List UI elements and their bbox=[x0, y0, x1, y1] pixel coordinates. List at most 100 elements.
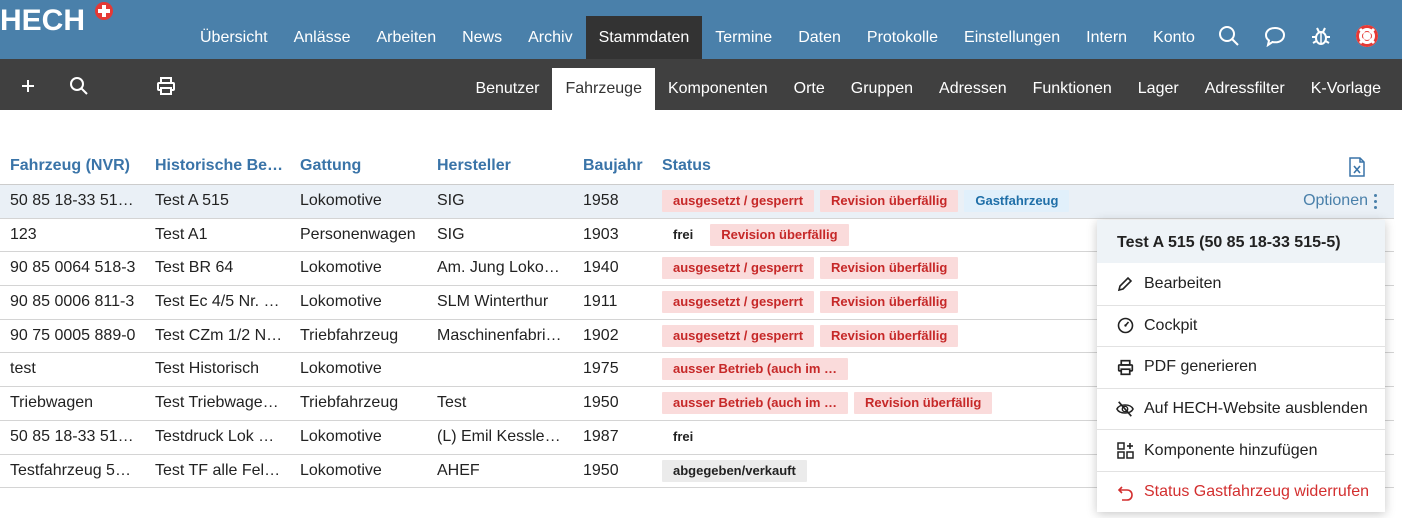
gauge-icon bbox=[1116, 317, 1134, 335]
nav-item-protokolle[interactable]: Protokolle bbox=[854, 16, 951, 59]
column-header-historic[interactable]: Historische Be… bbox=[155, 157, 283, 175]
cell-baujahr: 1987 bbox=[583, 427, 619, 445]
cell-historic-name: Test Ec 4/5 Nr. … bbox=[155, 293, 280, 311]
column-header-nvr[interactable]: Fahrzeug (NVR) bbox=[10, 157, 130, 175]
excel-export-icon[interactable] bbox=[1348, 157, 1368, 177]
nav-item-einstellungen[interactable]: Einstellungen bbox=[951, 16, 1073, 59]
search-icon[interactable] bbox=[67, 74, 91, 98]
nav-item-arbeiten[interactable]: Arbeiten bbox=[364, 16, 450, 59]
column-header-hersteller[interactable]: Hersteller bbox=[437, 157, 511, 175]
status-badge: Revision überfällig bbox=[820, 291, 959, 314]
cell-hersteller: SIG bbox=[437, 192, 465, 209]
menu-item-cockpit[interactable]: Cockpit bbox=[1097, 304, 1385, 347]
nav-item-intern[interactable]: Intern bbox=[1073, 16, 1140, 59]
lifebuoy-icon[interactable] bbox=[1352, 21, 1382, 51]
cell-baujahr: 1950 bbox=[583, 394, 619, 412]
nav-item-daten[interactable]: Daten bbox=[785, 16, 854, 59]
cell-gattung: Personenwagen bbox=[300, 225, 416, 243]
brand-logo[interactable]: HECH bbox=[0, 4, 85, 38]
tab-fahrzeuge[interactable]: Fahrzeuge bbox=[552, 68, 655, 110]
row-options-menu: Test A 515 (50 85 18-33 515-5) Bearbeite… bbox=[1097, 220, 1385, 512]
cell-baujahr: 1950 bbox=[583, 461, 619, 479]
status-badge: ausgesetzt / gesperrt bbox=[662, 291, 815, 314]
status-badges: ausser Betrieb (auch im … Revision überfä… bbox=[662, 392, 993, 415]
status-badge: ausgesetzt / gesperrt bbox=[662, 324, 815, 347]
nav-item-news[interactable]: News bbox=[449, 16, 515, 59]
menu-item-bearbeiten[interactable]: Bearbeiten bbox=[1097, 263, 1385, 305]
menu-item-pdf-generieren[interactable]: PDF generieren bbox=[1097, 346, 1385, 388]
cell-gattung: Lokomotive bbox=[300, 360, 382, 378]
tab-funktionen[interactable]: Funktionen bbox=[1020, 68, 1125, 110]
options-label: Optionen bbox=[1303, 192, 1368, 209]
status-badge: ausgesetzt / gesperrt bbox=[662, 257, 815, 280]
column-header-baujahr[interactable]: Baujahr bbox=[583, 157, 643, 175]
column-header-gattung[interactable]: Gattung bbox=[300, 157, 361, 175]
cell-nvr: 50 85 18-33 51… bbox=[10, 427, 134, 445]
cell-historic-name: Test Historisch bbox=[155, 360, 260, 378]
cell-baujahr: 1940 bbox=[583, 259, 619, 277]
search-icon[interactable] bbox=[1214, 21, 1244, 51]
cell-nvr: 50 85 18-33 51… bbox=[10, 192, 134, 209]
cell-gattung: Lokomotive bbox=[300, 461, 382, 479]
cell-hersteller: SIG bbox=[437, 225, 465, 243]
main-header: HECH Übersicht Anlässe Arbeiten News Archiv S… bbox=[0, 0, 1402, 59]
cell-historic-name: Test Triebwage… bbox=[155, 394, 279, 412]
header-icons bbox=[1214, 21, 1382, 51]
plus-icon[interactable] bbox=[16, 74, 40, 98]
nav-item-stammdaten[interactable]: Stammdaten bbox=[585, 16, 703, 59]
tab-orte[interactable]: Orte bbox=[781, 68, 838, 110]
cell-baujahr: 1903 bbox=[583, 225, 619, 243]
menu-item-label: Cockpit bbox=[1144, 316, 1198, 334]
cell-baujahr: 1902 bbox=[583, 326, 619, 344]
cell-nvr: Triebwagen bbox=[10, 394, 94, 412]
cell-nvr: 90 85 0064 518-3 bbox=[10, 259, 136, 277]
table-row[interactable]: 50 85 18-33 51… Test A 515 Lokomotive SIG 19… bbox=[0, 185, 1394, 219]
cell-nvr: 123 bbox=[10, 225, 37, 243]
status-badges: ausgesetzt / gesperrt Revision überfällig bbox=[662, 291, 959, 314]
nav-item-archiv[interactable]: Archiv bbox=[515, 16, 585, 59]
cell-historic-name: Test A 515 bbox=[155, 192, 229, 209]
tab-adressen[interactable]: Adressen bbox=[926, 68, 1020, 110]
status-badges: abgegeben/verkauft bbox=[662, 459, 807, 482]
tab-adressfilter[interactable]: Adressfilter bbox=[1192, 68, 1298, 110]
print-icon[interactable] bbox=[154, 74, 178, 98]
menu-item-label: PDF generieren bbox=[1144, 358, 1257, 376]
tab-gruppen[interactable]: Gruppen bbox=[838, 68, 926, 110]
cell-baujahr: 1975 bbox=[583, 360, 619, 378]
kebab-menu-icon bbox=[1374, 193, 1378, 209]
column-header-status[interactable]: Status bbox=[662, 157, 711, 175]
table-header: Fahrzeug (NVR) Historische Be… Gattung H… bbox=[0, 150, 1394, 185]
eye-off-icon bbox=[1116, 400, 1134, 418]
cell-nvr: 90 75 0005 889-0 bbox=[10, 326, 136, 344]
print-icon bbox=[1116, 358, 1134, 376]
menu-title: Test A 515 (50 85 18-33 515-5) bbox=[1097, 220, 1385, 263]
menu-item-label: Komponente hinzufügen bbox=[1144, 441, 1318, 459]
tab-benutzer[interactable]: Benutzer bbox=[462, 68, 552, 110]
sub-header: Benutzer Fahrzeuge Komponenten Orte Gruppen A… bbox=[0, 59, 1402, 110]
nav-item-konto[interactable]: Konto bbox=[1140, 16, 1208, 59]
cell-historic-name: Testdruck Lok 5… bbox=[155, 427, 283, 445]
cell-gattung: Lokomotive bbox=[300, 427, 382, 445]
cell-hersteller: AHEF bbox=[437, 461, 480, 479]
status-badge: Revision überfällig bbox=[820, 324, 959, 347]
nav-item-anlasse[interactable]: Anlässe bbox=[281, 16, 364, 59]
menu-item-komponente-hinzufugen[interactable]: Komponente hinzufügen bbox=[1097, 429, 1385, 471]
chat-bubble-icon[interactable] bbox=[1260, 21, 1290, 51]
nav-item-termine[interactable]: Termine bbox=[702, 16, 785, 59]
bug-icon[interactable] bbox=[1306, 21, 1336, 51]
nav-item-ubersicht[interactable]: Übersicht bbox=[187, 16, 281, 59]
tab-k-vorlage[interactable]: K-Vorlage bbox=[1298, 68, 1394, 110]
status-badge: frei bbox=[673, 428, 694, 444]
cell-gattung: Lokomotive bbox=[300, 259, 382, 277]
cell-hersteller: Maschinenfabri… bbox=[437, 326, 562, 344]
menu-item-status-gastfahrzeug-widerrufen[interactable]: Status Gastfahrzeug widerrufen bbox=[1097, 470, 1385, 513]
tab-komponenten[interactable]: Komponenten bbox=[655, 68, 781, 110]
menu-item-label: Auf HECH-Website ausblenden bbox=[1144, 400, 1368, 418]
status-badge: frei bbox=[673, 226, 694, 242]
status-badge: Revision überfällig bbox=[820, 257, 959, 280]
swiss-cross-icon bbox=[95, 2, 113, 20]
options-button[interactable]: Optionen bbox=[1303, 192, 1378, 210]
tab-lager[interactable]: Lager bbox=[1125, 68, 1192, 110]
menu-item-auf-hech-website-ausblenden[interactable]: Auf HECH-Website ausblenden bbox=[1097, 387, 1385, 430]
add-component-icon bbox=[1116, 442, 1134, 460]
